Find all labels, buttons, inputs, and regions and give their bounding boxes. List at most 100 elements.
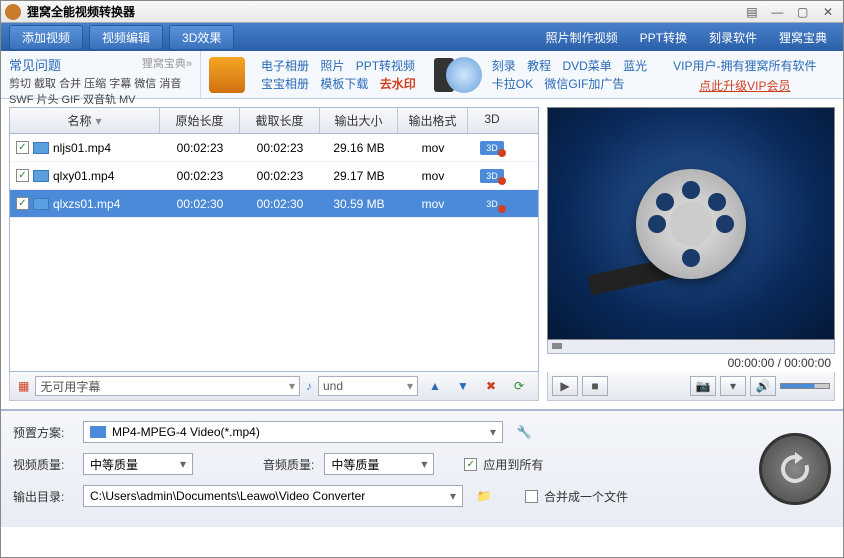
preset-settings-button[interactable]: 🔧 xyxy=(513,422,535,442)
orig-length: 00:02:23 xyxy=(160,141,240,155)
output-format: mov xyxy=(398,169,468,183)
toolbar-link[interactable]: 狸窝宝典 xyxy=(779,29,827,46)
output-format: mov xyxy=(398,141,468,155)
sublink[interactable]: 模板下载 xyxy=(320,77,368,91)
play-button[interactable]: ▶ xyxy=(552,376,578,396)
list-controls: ▦ 无可用字幕▾ ♪ und▾ ▲ ▼ ✖ ⟳ xyxy=(9,372,539,401)
move-up-button[interactable]: ▲ xyxy=(424,376,446,396)
sublink[interactable]: PPT转视频 xyxy=(356,59,415,73)
cut-length: 00:02:23 xyxy=(240,141,320,155)
table-row[interactable]: ✓qlxzs01.mp400:02:3000:02:3030.59 MBmov3… xyxy=(10,190,538,218)
video-quality-label: 视频质量: xyxy=(13,456,73,473)
move-down-button[interactable]: ▼ xyxy=(452,376,474,396)
sublink[interactable]: 蓝光 xyxy=(623,59,647,73)
col-orig-length[interactable]: 原始长度 xyxy=(160,108,240,133)
file-table: 名称▾ 原始长度 截取长度 输出大小 输出格式 3D ✓ nljs01.mp4 00… xyxy=(9,107,539,372)
table-row[interactable]: ✓qlxy01.mp400:02:2300:02:2329.17 MBmov3D xyxy=(10,162,538,190)
preview-screen[interactable] xyxy=(547,107,835,340)
output-dir-label: 输出目录: xyxy=(13,488,73,505)
title-bar: 狸窝全能视频转换器 ▤ — ▢ ✕ xyxy=(1,1,843,23)
apply-all-label: 应用到所有 xyxy=(483,456,543,473)
stop-button[interactable]: ■ xyxy=(582,376,608,396)
video-edit-button[interactable]: 视频编辑 xyxy=(89,25,163,50)
volume-slider[interactable] xyxy=(780,383,830,389)
main-toolbar: 添加视频 视频编辑 3D效果 照片制作视频 PPT转换 刻录软件 狸窝宝典 xyxy=(1,23,843,51)
output-size: 29.17 MB xyxy=(320,169,398,183)
col-output-format[interactable]: 输出格式 xyxy=(398,108,468,133)
merge-label: 合并成一个文件 xyxy=(544,488,628,505)
audio-lang-dropdown[interactable]: und▾ xyxy=(318,376,418,396)
vip-upgrade-link[interactable]: 点此升级VIP会员 xyxy=(673,77,816,94)
output-dir-field[interactable]: C:\Users\admin\Documents\Leawo\Video Con… xyxy=(83,485,463,507)
3d-badge-icon[interactable]: 3D xyxy=(480,141,504,155)
faq-title[interactable]: 常见问题 xyxy=(9,58,61,73)
ppt-icon xyxy=(209,57,245,93)
remove-button[interactable]: ✖ xyxy=(480,376,502,396)
sublink[interactable]: 电子相册 xyxy=(261,59,309,73)
app-logo-icon xyxy=(5,4,21,20)
row-checkbox[interactable]: ✓ xyxy=(16,141,29,154)
output-format: mov xyxy=(398,197,468,211)
cut-length: 00:02:23 xyxy=(240,169,320,183)
row-checkbox[interactable]: ✓ xyxy=(16,169,29,182)
video-file-icon xyxy=(33,198,49,210)
file-name: nljs01.mp4 xyxy=(53,141,111,155)
table-row[interactable]: ✓nljs01.mp400:02:2300:02:2329.16 MBmov3D xyxy=(10,134,538,162)
video-file-icon xyxy=(33,170,49,182)
merge-checkbox[interactable] xyxy=(525,490,538,503)
minimize-button[interactable]: — xyxy=(766,5,788,19)
row-checkbox[interactable]: ✓ xyxy=(16,197,29,210)
col-3d[interactable]: 3D xyxy=(468,108,516,133)
preview-time: 00:00:00 / 00:00:00 xyxy=(547,354,835,372)
sublink[interactable]: DVD菜单 xyxy=(562,59,611,73)
effect-3d-button[interactable]: 3D效果 xyxy=(169,25,234,50)
output-size: 29.16 MB xyxy=(320,141,398,155)
sublink[interactable]: 宝宝相册 xyxy=(261,77,309,91)
sublink[interactable]: 卡拉OK xyxy=(492,77,533,91)
sub-toolbar: 常见问题狸窝宝典» 剪切 截取 合并 压缩 字幕 微信 消音 SWF 片头 GI… xyxy=(1,51,843,99)
sublink[interactable]: 照片 xyxy=(320,59,344,73)
film-reel-icon xyxy=(636,169,746,279)
clear-button[interactable]: ⟳ xyxy=(508,376,530,396)
video-format-icon xyxy=(90,426,106,438)
dvd-icon xyxy=(446,57,482,93)
maximize-button[interactable]: ▢ xyxy=(792,5,814,19)
audio-track-icon: ♪ xyxy=(306,379,312,393)
col-output-size[interactable]: 输出大小 xyxy=(320,108,398,133)
3d-badge-icon[interactable]: 3D xyxy=(480,169,504,183)
faq-tags[interactable]: 剪切 截取 合并 压缩 字幕 微信 消音 SWF 片头 GIF 双音轨 MV xyxy=(9,76,192,108)
sublink[interactable]: 微信GIF加广告 xyxy=(544,77,624,91)
open-folder-button[interactable]: 📁 xyxy=(473,486,495,506)
preset-dropdown[interactable]: MP4-MPEG-4 Video(*.mp4)▾ xyxy=(83,421,503,443)
audio-quality-label: 音频质量: xyxy=(263,456,314,473)
volume-button[interactable]: 🔊 xyxy=(750,376,776,396)
snapshot-menu-button[interactable]: ▾ xyxy=(720,376,746,396)
file-name: qlxzs01.mp4 xyxy=(53,197,120,211)
preview-panel: 00:00:00 / 00:00:00 ▶ ■ 📷 ▾ 🔊 xyxy=(547,107,835,401)
audio-quality-dropdown[interactable]: 中等质量▾ xyxy=(324,453,434,475)
sublink[interactable]: 教程 xyxy=(527,59,551,73)
toolbar-link[interactable]: 照片制作视频 xyxy=(546,29,618,46)
sublink[interactable]: 刻录 xyxy=(492,59,516,73)
video-quality-dropdown[interactable]: 中等质量▾ xyxy=(83,453,193,475)
add-video-button[interactable]: 添加视频 xyxy=(9,25,83,50)
col-name[interactable]: 名称▾ xyxy=(10,108,160,133)
preview-seek-slider[interactable] xyxy=(547,340,835,354)
3d-badge-icon[interactable]: 3D xyxy=(480,197,504,211)
snapshot-button[interactable]: 📷 xyxy=(690,376,716,396)
toolbar-link[interactable]: 刻录软件 xyxy=(709,29,757,46)
remove-watermark-link[interactable]: 去水印 xyxy=(380,77,416,91)
close-button[interactable]: ✕ xyxy=(817,5,839,19)
window-title: 狸窝全能视频转换器 xyxy=(27,3,741,20)
subtitle-dropdown[interactable]: 无可用字幕▾ xyxy=(35,376,300,396)
apply-all-checkbox[interactable]: ✓ xyxy=(464,458,477,471)
convert-button[interactable] xyxy=(759,433,831,505)
cut-length: 00:02:30 xyxy=(240,197,320,211)
faq-hint[interactable]: 狸窝宝典» xyxy=(142,55,192,71)
subtitle-icon: ▦ xyxy=(18,379,29,393)
menu-icon[interactable]: ▤ xyxy=(741,5,763,19)
video-file-icon xyxy=(33,142,49,154)
toolbar-link[interactable]: PPT转换 xyxy=(640,29,687,46)
col-cut-length[interactable]: 截取长度 xyxy=(240,108,320,133)
preset-label: 预置方案: xyxy=(13,424,73,441)
